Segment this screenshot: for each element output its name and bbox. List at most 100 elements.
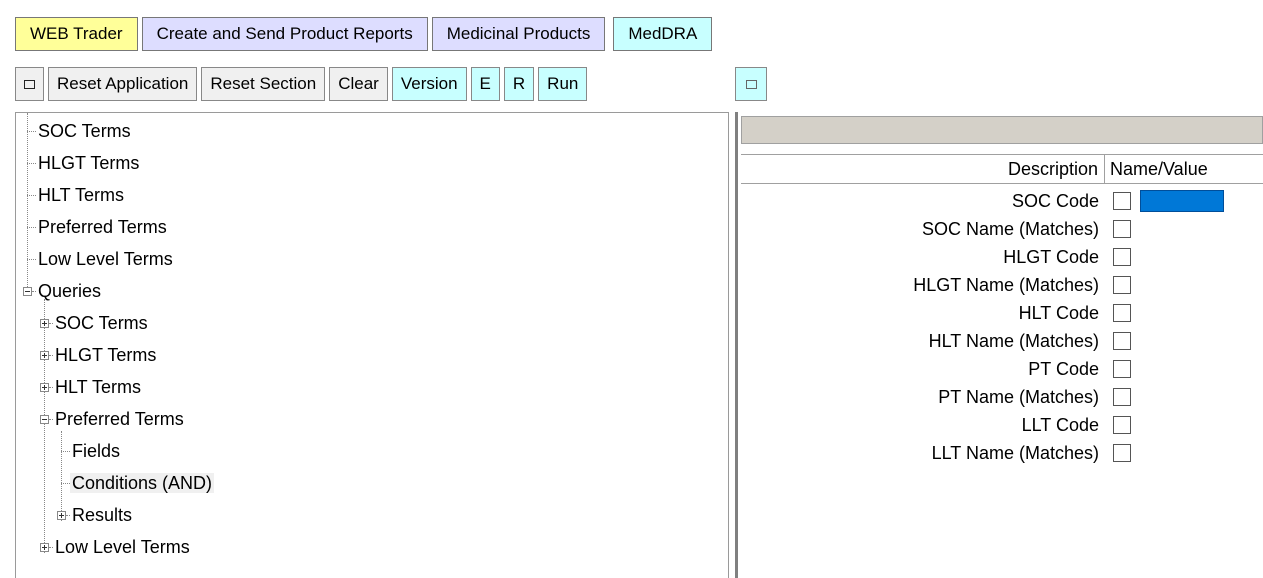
grid-row: HLGT Code [741, 244, 1263, 270]
tree-item-query-low-level-terms[interactable]: Low Level Terms [53, 533, 192, 561]
row-label: SOC Code [1011, 191, 1099, 211]
tree-item-label: Low Level Terms [38, 249, 173, 269]
tree-connector [27, 113, 28, 291]
expand-icon[interactable] [40, 351, 49, 360]
row-label: HLT Name (Matches) [928, 331, 1099, 351]
grid-row: HLGT Name (Matches) [741, 272, 1263, 298]
tree-connector [61, 451, 70, 452]
row-label: HLGT Code [1003, 247, 1099, 267]
expand-icon[interactable] [57, 511, 66, 520]
row-label: SOC Name (Matches) [921, 219, 1099, 239]
row-checkbox[interactable] [1113, 416, 1131, 434]
tree-item-label: Results [72, 505, 133, 525]
reset-section-button[interactable]: Reset Section [201, 67, 326, 101]
square-icon [24, 79, 35, 89]
row-checkbox[interactable] [1113, 248, 1131, 266]
row-checkbox[interactable] [1113, 220, 1131, 238]
tab-web-trader[interactable]: WEB Trader [15, 17, 138, 51]
grid-row: HLT Name (Matches) [741, 328, 1263, 354]
tree-connector [61, 483, 70, 484]
tree-item-conditions[interactable]: Conditions (AND) [70, 469, 215, 497]
tree-connector [27, 227, 36, 228]
version-button[interactable]: Version [391, 67, 467, 101]
window-toggle-button[interactable] [15, 67, 44, 101]
tree-item-label: Queries [38, 281, 102, 301]
tree-item-label: HLGT Terms [38, 153, 140, 173]
properties-panel: Description Name/Value SOC Code SOC Name… [741, 112, 1263, 578]
row-checkbox[interactable] [1113, 360, 1131, 378]
row-label: LLT Code [1021, 415, 1099, 435]
clear-button[interactable]: Clear [329, 67, 388, 101]
tree-connector [27, 163, 36, 164]
tree-item-label: Fields [72, 441, 121, 461]
expand-icon[interactable] [40, 543, 49, 552]
tab-meddra[interactable]: MedDRA [613, 17, 713, 51]
tree-connector [27, 195, 36, 196]
tree-item-hlt-terms[interactable]: HLT Terms [36, 181, 126, 209]
collapse-icon[interactable] [40, 415, 49, 424]
toolbar: Reset Application Reset Section Clear Ve… [15, 67, 591, 101]
tree-item-hlgt-terms[interactable]: HLGT Terms [36, 149, 141, 177]
run-button[interactable]: Run [538, 67, 588, 101]
tree-panel: SOC Terms HLGT Terms HLT Terms Preferred… [15, 112, 729, 578]
tree-item-label: Preferred Terms [38, 217, 167, 237]
tree-item-low-level-terms[interactable]: Low Level Terms [36, 245, 175, 273]
expand-icon[interactable] [40, 319, 49, 328]
tree-connector [27, 131, 36, 132]
tree-item-query-hlgt-terms[interactable]: HLGT Terms [53, 341, 158, 369]
grid-row: PT Code [741, 356, 1263, 382]
tree-connector [61, 431, 62, 521]
column-header-description[interactable]: Description [741, 155, 1105, 183]
tree-item-label: SOC Terms [55, 313, 148, 333]
tree-item-query-hlt-terms[interactable]: HLT Terms [53, 373, 143, 401]
tree-item-fields[interactable]: Fields [70, 437, 122, 465]
row-checkbox[interactable] [1113, 444, 1131, 462]
grid-row: SOC Name (Matches) [741, 216, 1263, 242]
tree-item-label: Low Level Terms [55, 537, 190, 557]
row-label: PT Name (Matches) [938, 387, 1099, 407]
e-button[interactable]: E [470, 67, 500, 101]
tree-item-label: HLGT Terms [55, 345, 157, 365]
panel-splitter[interactable] [735, 112, 738, 578]
grid-row: LLT Code [741, 412, 1263, 438]
tree-item-label: HLT Terms [55, 377, 142, 397]
r-button[interactable]: R [503, 67, 535, 101]
tree-item-label: SOC Terms [38, 121, 131, 141]
tree-item-results[interactable]: Results [70, 501, 134, 529]
row-checkbox[interactable] [1113, 388, 1131, 406]
grid-header: Description Name/Value [741, 154, 1263, 184]
row-checkbox[interactable] [1113, 192, 1131, 210]
row-label: LLT Name (Matches) [931, 443, 1099, 463]
tree-item-queries[interactable]: Queries [36, 277, 103, 305]
row-label: HLGT Name (Matches) [913, 275, 1099, 295]
tab-medicinal-products[interactable]: Medicinal Products [431, 17, 606, 51]
row-checkbox[interactable] [1113, 304, 1131, 322]
top-tab-bar: WEB Trader Create and Send Product Repor… [15, 17, 716, 51]
row-checkbox[interactable] [1113, 276, 1131, 294]
row-label: PT Code [1028, 359, 1099, 379]
tree-item-soc-terms[interactable]: SOC Terms [36, 117, 133, 145]
tree-item-preferred-terms[interactable]: Preferred Terms [36, 213, 169, 241]
panel-title-bar [741, 116, 1263, 144]
row-label: HLT Code [1018, 303, 1099, 323]
tree-item-label: Preferred Terms [55, 409, 184, 429]
tab-create-send-product-reports[interactable]: Create and Send Product Reports [141, 17, 428, 51]
grid-row: PT Name (Matches) [741, 384, 1263, 410]
square-icon [745, 79, 757, 89]
grid-row: HLT Code [741, 300, 1263, 326]
grid-row: LLT Name (Matches) [741, 440, 1263, 466]
panel-toggle-button[interactable] [735, 67, 767, 101]
value-field-active[interactable] [1140, 190, 1224, 212]
tree-connector [27, 259, 36, 260]
reset-application-button[interactable]: Reset Application [48, 67, 198, 101]
column-header-name-value[interactable]: Name/Value [1105, 155, 1255, 183]
tree-item-label: HLT Terms [38, 185, 125, 205]
expand-icon[interactable] [40, 383, 49, 392]
collapse-icon[interactable] [23, 287, 32, 296]
row-checkbox[interactable] [1113, 332, 1131, 350]
grid-row: SOC Code [741, 188, 1263, 214]
tree-item-query-preferred-terms[interactable]: Preferred Terms [53, 405, 186, 433]
tree-connector [44, 299, 45, 553]
tree-item-query-soc-terms[interactable]: SOC Terms [53, 309, 150, 337]
tree-item-label: Conditions (AND) [70, 473, 215, 493]
